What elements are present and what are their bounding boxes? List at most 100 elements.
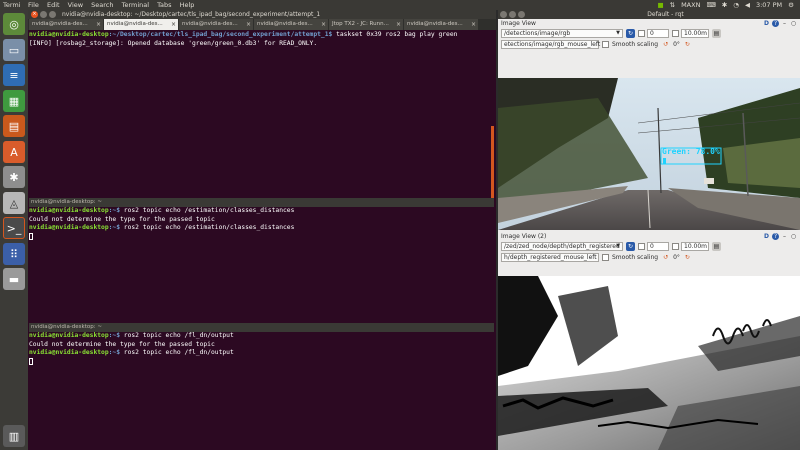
apps-grid-icon[interactable]: ⠿: [3, 243, 25, 265]
tab-1[interactable]: nvidia@nvidia-des... ×: [29, 19, 103, 30]
help-icon[interactable]: ?: [772, 20, 779, 27]
close-icon[interactable]: [500, 11, 507, 18]
dash-icon[interactable]: –: [781, 233, 788, 240]
close-tab-icon[interactable]: ×: [471, 19, 476, 30]
rotate-left-icon[interactable]: ↺: [661, 40, 670, 49]
maximize-icon[interactable]: [49, 11, 56, 18]
trash-icon[interactable]: ▥: [3, 425, 25, 447]
close-tab-icon[interactable]: ×: [396, 19, 401, 30]
ubuntu-icon[interactable]: ◎: [3, 13, 25, 35]
rotate-left-icon[interactable]: ↺: [661, 253, 670, 262]
drive-icon[interactable]: ▬: [3, 268, 25, 290]
prompt-user: nvidia@nvidia-desktop: [29, 224, 109, 231]
smooth-scaling-checkbox[interactable]: [602, 41, 609, 48]
terminal-pane-3[interactable]: nvidia@nvidia-desktop: ~ nvidia@nvidia-d…: [28, 323, 494, 450]
scrollbar[interactable]: [491, 126, 494, 206]
checkbox[interactable]: [672, 243, 679, 250]
distance-box[interactable]: 10.00m: [681, 29, 709, 38]
spin-box[interactable]: 0: [647, 242, 669, 251]
arduino-icon[interactable]: ◬: [3, 192, 25, 214]
checkbox[interactable]: [638, 30, 645, 37]
dock-d-icon[interactable]: D: [763, 20, 770, 27]
mouse-topic-input[interactable]: etections/image/rgb_mouse_left: [501, 40, 601, 49]
tab-3[interactable]: nvidia@nvidia-des... ×: [179, 19, 253, 30]
dock-d-icon[interactable]: D: [763, 233, 770, 240]
rotate-right-icon[interactable]: ↻: [683, 253, 692, 262]
depth-image[interactable]: [498, 276, 800, 450]
volume-icon[interactable]: ◀: [745, 0, 750, 10]
menu-tabs[interactable]: Tabs: [157, 1, 171, 9]
nvidia-icon[interactable]: ■: [657, 0, 663, 10]
files-icon[interactable]: ▭: [3, 39, 25, 61]
clock[interactable]: 3:07 PM: [756, 0, 782, 10]
close-icon[interactable]: ×: [31, 11, 38, 18]
menu-edit[interactable]: Edit: [47, 1, 60, 9]
refresh-icon[interactable]: ↻: [626, 29, 635, 38]
menu-file[interactable]: File: [28, 1, 39, 9]
spin-box[interactable]: 0: [647, 29, 669, 38]
tab-2[interactable]: nvidia@nvidia-des... ×: [104, 19, 178, 30]
smooth-scaling-checkbox[interactable]: [602, 254, 609, 261]
terminal-line: nvidia@nvidia-desktop:~/Desktop/cartec/t…: [29, 31, 494, 40]
rqt-title: Default - rqt: [647, 11, 684, 18]
terminal-line: nvidia@nvidia-desktop:~$ ros2 topic echo…: [29, 349, 494, 358]
mouse-topic-value: etections/image/rgb_mouse_left: [504, 41, 601, 48]
close-icon[interactable]: ○: [790, 233, 797, 240]
close-tab-icon[interactable]: ×: [96, 19, 101, 30]
prompt-path: :~$: [108, 332, 120, 339]
software-center-icon[interactable]: A: [3, 141, 25, 163]
menu-help[interactable]: Help: [180, 1, 195, 9]
checkbox[interactable]: [638, 243, 645, 250]
settings-icon[interactable]: ✱: [3, 166, 25, 188]
minimize-icon[interactable]: [509, 11, 516, 18]
mouse-topic-input[interactable]: h/depth_registered_mouse_left: [501, 253, 599, 262]
image-view-2-toolbar-2: h/depth_registered_mouse_left Smooth sca…: [498, 252, 800, 263]
minimize-icon[interactable]: [40, 11, 47, 18]
writer-icon[interactable]: ≡: [3, 64, 25, 86]
tab-label: nvidia@nvidia-des...: [257, 21, 313, 27]
dock-title-label: Image View (2): [501, 233, 547, 240]
checkbox[interactable]: [672, 30, 679, 37]
terminal-line: nvidia@nvidia-desktop:~$ ros2 topic echo…: [29, 207, 494, 216]
system-tray: ■ ⇅ MAXN ⌨ ✱ ◔ ◀ 3:07 PM ⚙: [651, 0, 800, 10]
rotate-right-icon[interactable]: ↻: [683, 40, 692, 49]
dash-icon[interactable]: –: [781, 20, 788, 27]
menu-terminal[interactable]: Terminal: [122, 1, 149, 9]
terminal-titlebar: × nvidia@nvidia-desktop: ~/Desktop/carte…: [28, 10, 496, 19]
topic-select[interactable]: /detections/image/rgb ▼: [501, 29, 623, 38]
save-icon[interactable]: ▤: [712, 29, 721, 38]
wifi-icon[interactable]: ◔: [733, 0, 739, 10]
tab-6[interactable]: nvidia@nvidia-des... ×: [404, 19, 478, 30]
mode-label[interactable]: MAXN: [681, 0, 700, 10]
topic-value: /zed/zed_node/depth/depth_registered: [504, 243, 620, 250]
tab-5[interactable]: Jtop TX2 - JC: Runn... ×: [329, 19, 403, 30]
distance-box[interactable]: 10.00m: [681, 242, 709, 251]
save-icon[interactable]: ▤: [712, 242, 721, 251]
keyboard-icon[interactable]: ⌨: [706, 0, 715, 10]
image-view-1-toolbar: /detections/image/rgb ▼ ↻ 0 10.00m ▤: [498, 28, 800, 39]
rqt-titlebar: Default - rqt: [498, 10, 800, 19]
network-icon[interactable]: ⇅: [670, 0, 675, 10]
rotation-label: 0°: [673, 254, 680, 261]
topic-select[interactable]: /zed/zed_node/depth/depth_registered ▼: [501, 242, 623, 251]
menu-view[interactable]: View: [68, 1, 83, 9]
chevron-down-icon: ▼: [616, 243, 620, 249]
help-icon[interactable]: ?: [772, 233, 779, 240]
power-icon[interactable]: ⚙: [788, 0, 794, 10]
terminal-line: [29, 357, 494, 367]
tab-4[interactable]: nvidia@nvidia-des... ×: [254, 19, 328, 30]
close-tab-icon[interactable]: ×: [321, 19, 326, 30]
close-tab-icon[interactable]: ×: [246, 19, 251, 30]
calc-icon[interactable]: ▦: [3, 90, 25, 112]
menu-search[interactable]: Search: [91, 1, 113, 9]
terminal-pane-2[interactable]: nvidia@nvidia-desktop: ~ nvidia@nvidia-d…: [28, 198, 494, 323]
refresh-icon[interactable]: ↻: [626, 242, 635, 251]
terminal-icon[interactable]: >_: [3, 217, 25, 239]
close-icon[interactable]: ○: [790, 20, 797, 27]
rgb-image[interactable]: Green: 78.0%: [498, 78, 800, 230]
impress-icon[interactable]: ▤: [3, 115, 25, 137]
close-tab-icon[interactable]: ×: [171, 19, 176, 30]
bluetooth-icon[interactable]: ✱: [722, 0, 727, 10]
maximize-icon[interactable]: [518, 11, 525, 18]
terminal-pane-1[interactable]: nvidia@nvidia-desktop:~/Desktop/cartec/t…: [28, 31, 494, 207]
